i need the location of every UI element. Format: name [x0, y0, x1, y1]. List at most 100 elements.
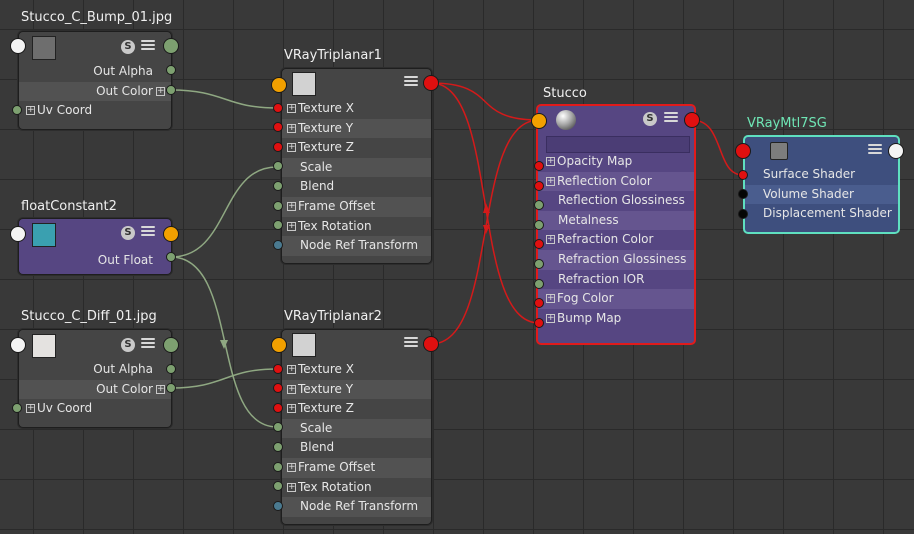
node-header[interactable]: S: [19, 32, 171, 62]
input-port[interactable]: [10, 337, 26, 353]
port-row-reflection-color[interactable]: + Reflection Color: [538, 171, 694, 192]
node-header[interactable]: S: [19, 330, 171, 360]
input-port-texture-z[interactable]: [273, 403, 283, 413]
port-row-scale[interactable]: Scale: [282, 157, 431, 178]
expand-plus-icon[interactable]: +: [287, 365, 296, 374]
input-port-texture-y[interactable]: [273, 383, 283, 393]
input-port-uv-coord[interactable]: [12, 403, 22, 413]
output-port-out-alpha[interactable]: [166, 364, 176, 374]
input-port-blend[interactable]: [273, 181, 283, 191]
input-port-tex-rotation[interactable]: [273, 220, 283, 230]
output-port-out-color[interactable]: [166, 85, 176, 95]
port-row-opacity-map[interactable]: + Opacity Map: [538, 152, 694, 172]
shading-group-node[interactable]: Surface Shader Volume Shader Displacemen…: [743, 135, 900, 234]
port-row-out-alpha[interactable]: Out Alpha: [19, 62, 171, 82]
input-port-metalness[interactable]: [534, 220, 544, 230]
file-node-bump[interactable]: S Out Alpha Out Color + + Uv Coord: [18, 31, 172, 130]
s-badge-icon[interactable]: S: [121, 338, 135, 352]
port-row-tex-rotation[interactable]: + Tex Rotation: [282, 478, 431, 498]
input-port-refraction-glossiness[interactable]: [534, 259, 544, 269]
expand-plus-icon[interactable]: +: [156, 384, 165, 394]
attributes-list-icon[interactable]: [141, 226, 155, 238]
port-row-volume-shader[interactable]: Volume Shader: [745, 184, 898, 205]
wire-tri1-to-stucco-bump[interactable]: [430, 82, 540, 324]
s-badge-icon[interactable]: S: [121, 226, 135, 240]
node-header[interactable]: [282, 69, 431, 99]
port-row-texture-z[interactable]: + Texture Z: [282, 138, 431, 158]
port-row-out-color[interactable]: Out Color +: [19, 379, 171, 400]
port-row-texture-y[interactable]: + Texture Y: [282, 118, 431, 139]
input-port-uv-coord[interactable]: [12, 105, 22, 115]
input-port[interactable]: [531, 113, 547, 129]
input-port-texture-x[interactable]: [273, 364, 283, 374]
port-row-refraction-color[interactable]: + Refraction Color: [538, 230, 694, 250]
port-row-texture-x[interactable]: + Texture X: [282, 99, 431, 119]
port-row-tex-rotation[interactable]: + Tex Rotation: [282, 217, 431, 237]
input-port-frame-offset[interactable]: [273, 462, 283, 472]
node-header[interactable]: S: [538, 106, 694, 132]
port-row-displacement-shader[interactable]: Displacement Shader: [745, 204, 898, 224]
expand-plus-icon[interactable]: +: [156, 86, 165, 96]
wire-bump-outcolor-to-tri1-texturex[interactable]: [170, 89, 278, 109]
port-row-surface-shader[interactable]: Surface Shader: [745, 165, 898, 185]
node-header[interactable]: [745, 137, 898, 165]
port-row-node-ref-transform[interactable]: Node Ref Transform: [282, 497, 431, 517]
output-port[interactable]: [163, 226, 179, 242]
expand-plus-icon[interactable]: +: [546, 176, 555, 186]
port-row-texture-x[interactable]: + Texture X: [282, 360, 431, 380]
s-badge-icon[interactable]: S: [643, 112, 657, 126]
input-port-tex-rotation[interactable]: [273, 481, 283, 491]
port-row-bump-map[interactable]: + Bump Map: [538, 309, 694, 329]
expand-plus-icon[interactable]: +: [287, 123, 296, 133]
input-port-fog-color[interactable]: [534, 298, 544, 308]
attributes-list-icon[interactable]: [868, 144, 882, 156]
expand-plus-icon[interactable]: +: [287, 384, 296, 394]
input-port[interactable]: [735, 143, 751, 159]
node-header[interactable]: [282, 330, 431, 360]
input-port[interactable]: [10, 226, 26, 242]
wire-tri1-to-stucco[interactable]: [430, 82, 540, 121]
expand-plus-icon[interactable]: +: [546, 294, 555, 304]
expand-plus-icon[interactable]: +: [287, 404, 296, 414]
wire-diff-outcolor-to-tri2-texturex[interactable]: [170, 368, 278, 389]
port-row-out-color[interactable]: Out Color +: [19, 81, 171, 102]
output-port-out-float[interactable]: [166, 252, 176, 262]
output-port[interactable]: [163, 38, 179, 54]
input-port-refraction-ior[interactable]: [534, 279, 544, 289]
expand-plus-icon[interactable]: +: [26, 106, 35, 116]
input-port[interactable]: [271, 77, 287, 93]
input-port-frame-offset[interactable]: [273, 201, 283, 211]
port-row-uv-coord[interactable]: + Uv Coord: [19, 101, 171, 121]
expand-plus-icon[interactable]: +: [287, 201, 296, 211]
expand-plus-icon[interactable]: +: [287, 462, 296, 472]
input-port-bump-map[interactable]: [534, 318, 544, 328]
port-row-node-ref-transform[interactable]: Node Ref Transform: [282, 236, 431, 256]
port-row-frame-offset[interactable]: + Frame Offset: [282, 457, 431, 478]
input-port-blend[interactable]: [273, 442, 283, 452]
input-port-texture-y[interactable]: [273, 122, 283, 132]
port-row-refraction-ior[interactable]: Refraction IOR: [538, 270, 694, 290]
port-row-reflection-glossiness[interactable]: Reflection Glossiness: [538, 191, 694, 211]
attributes-list-icon[interactable]: [141, 40, 155, 52]
expand-plus-icon[interactable]: +: [546, 313, 555, 323]
input-port-volume-shader[interactable]: [738, 189, 748, 199]
port-row-uv-coord[interactable]: + Uv Coord: [19, 399, 171, 419]
port-row-scale[interactable]: Scale: [282, 418, 431, 439]
expand-plus-icon[interactable]: +: [287, 482, 296, 492]
input-port-refraction-color[interactable]: [534, 239, 544, 249]
expand-plus-icon[interactable]: +: [546, 235, 555, 245]
float-constant-node[interactable]: S Out Float: [18, 218, 172, 275]
input-port-surface-shader[interactable]: [738, 170, 748, 180]
input-port[interactable]: [10, 38, 26, 54]
attributes-list-icon[interactable]: [664, 112, 678, 124]
output-port-out-color[interactable]: [166, 383, 176, 393]
triplanar-node-2[interactable]: + Texture X + Texture Y + Texture Z Scale B…: [281, 329, 432, 525]
expand-plus-icon[interactable]: +: [287, 221, 296, 231]
attributes-list-icon[interactable]: [404, 337, 418, 349]
s-badge-icon[interactable]: S: [121, 40, 135, 54]
output-port[interactable]: [684, 112, 700, 128]
input-port-texture-z[interactable]: [273, 142, 283, 152]
expand-plus-icon[interactable]: +: [287, 104, 296, 113]
output-port[interactable]: [163, 337, 179, 353]
material-node-stucco[interactable]: S + Opacity Map + Reflection Color Reflect…: [536, 104, 696, 345]
